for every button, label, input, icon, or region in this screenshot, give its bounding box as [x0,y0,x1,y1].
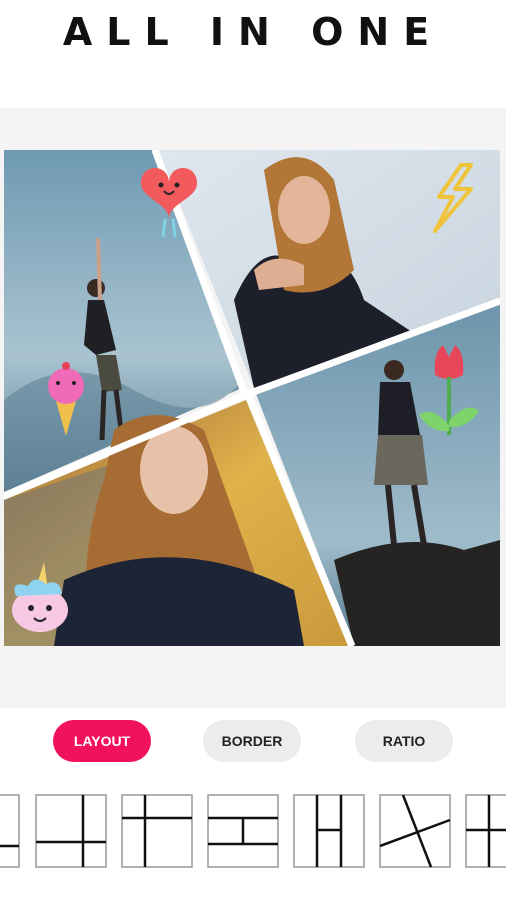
layout-option-columns-split[interactable] [293,794,365,868]
tab-layout[interactable]: LAYOUT [53,720,151,762]
layout-option-partial-grid-right[interactable] [465,794,506,868]
collage-preview[interactable] [4,150,500,646]
layout-option-four-split[interactable] [35,794,107,868]
app-title: ALL IN ONE [62,10,444,54]
layout-option-diagonal-split[interactable] [379,794,451,868]
layout-option-cross-grid[interactable] [121,794,193,868]
layout-picker[interactable] [0,794,506,874]
tab-border[interactable]: BORDER [203,720,301,762]
layout-option-rows-split[interactable] [207,794,279,868]
tab-ratio[interactable]: RATIO [355,720,453,762]
toolbar-tabs: LAYOUT BORDER RATIO [0,720,506,764]
layout-option-partial-grid[interactable] [0,794,20,868]
